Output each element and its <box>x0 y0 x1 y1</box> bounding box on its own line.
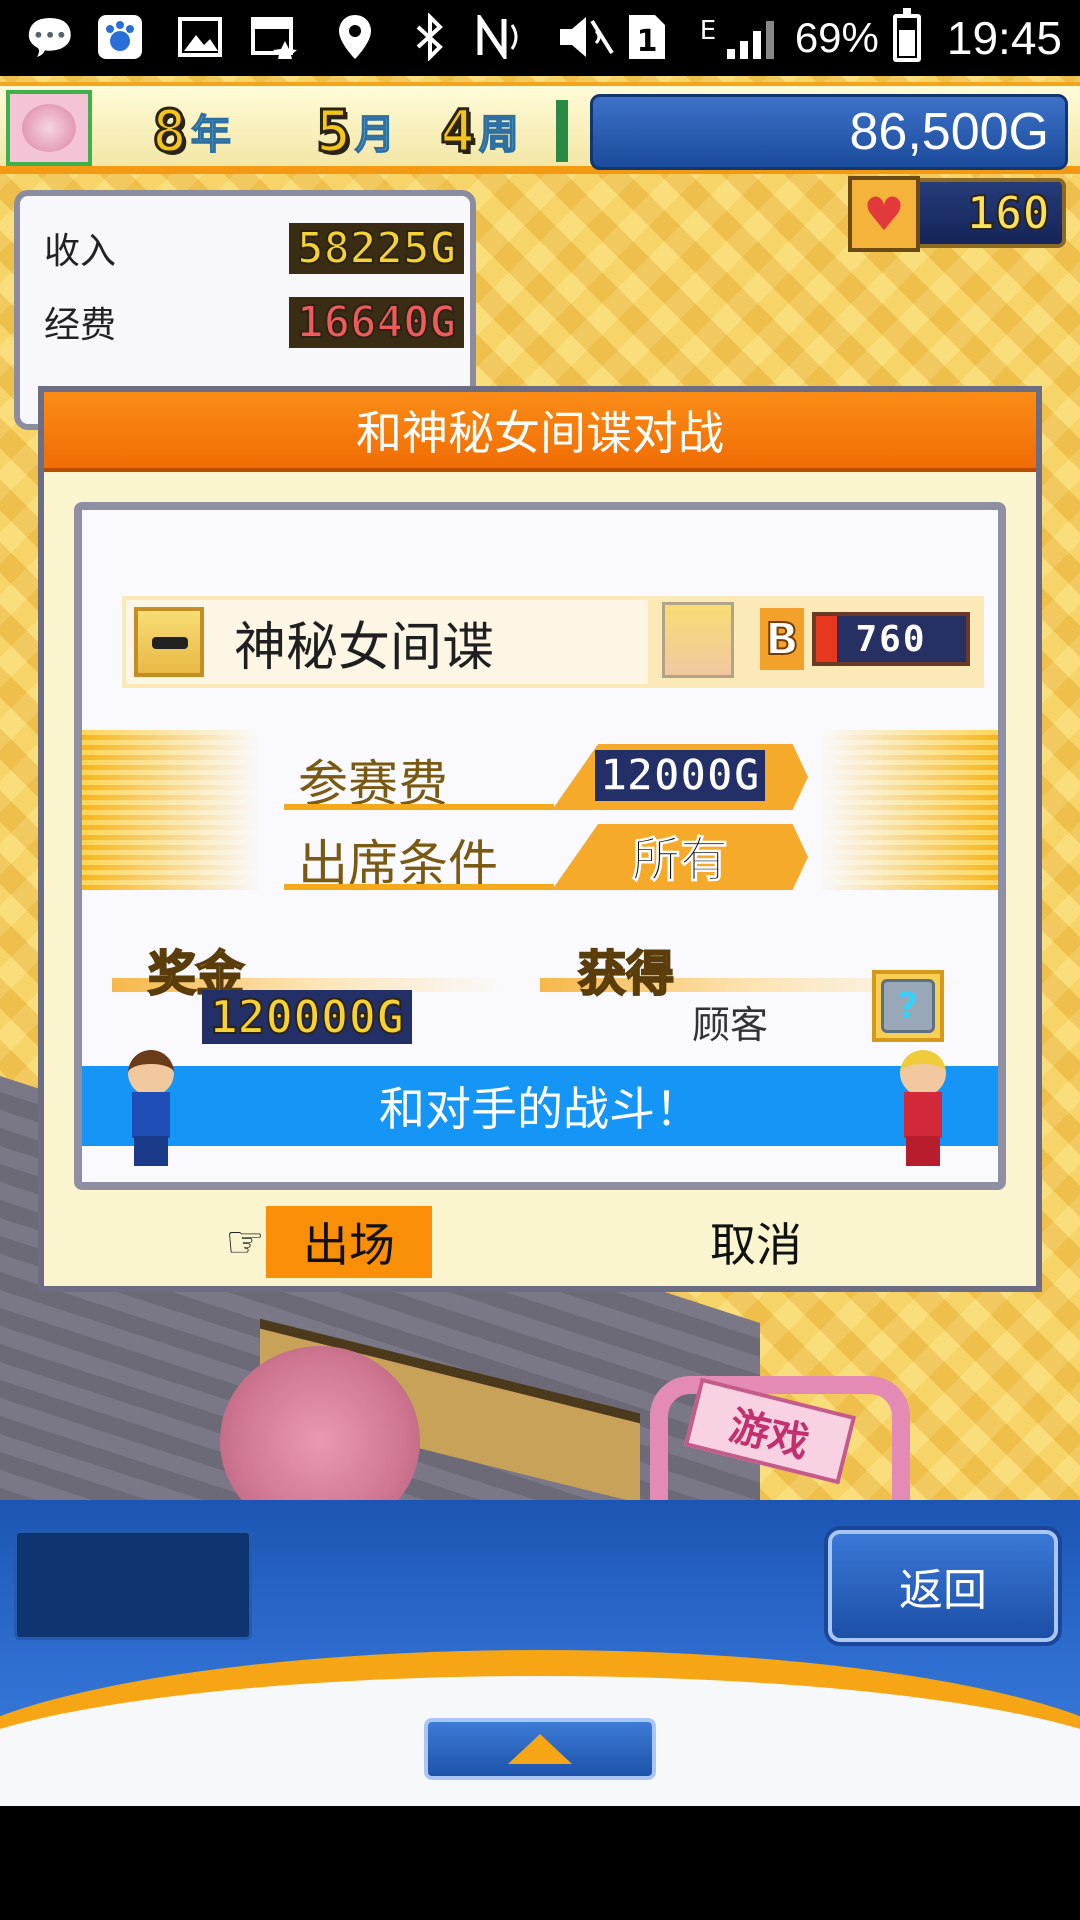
expand-menu-button[interactable] <box>424 1718 656 1780</box>
income-label: 收入 <box>44 231 117 272</box>
signal-icon <box>720 12 790 62</box>
season-thumbnail[interactable] <box>6 90 92 166</box>
system-nav-area <box>0 1806 1080 1920</box>
svg-text:1: 1 <box>637 24 658 59</box>
week-display: 4 周 <box>439 96 520 167</box>
battle-dialog: 和神秘女间谍对战 神秘女间谍 B 760 参赛费 12000G 出席条件 所有 <box>38 386 1042 1292</box>
info-slot <box>14 1530 252 1640</box>
gain-value: 顾客 <box>692 1003 769 1047</box>
bluetooth-icon <box>405 12 455 62</box>
app-root: { "status_bar": { "icons": ["chat-icon",… <box>0 0 1080 1920</box>
enter-battle-button[interactable]: 出场 <box>266 1206 432 1278</box>
question-mark-icon: ? <box>881 979 935 1033</box>
top-hud: 8 年 5 月 4 周 86,500G <box>0 82 1080 174</box>
year-display: 8 年 <box>151 96 232 167</box>
attendance-value: 所有 <box>631 832 728 889</box>
entry-fee-value: 12000G <box>594 749 766 801</box>
prize-value: 120000G <box>202 989 412 1045</box>
mute-icon <box>550 12 620 62</box>
clock: 19:45 <box>946 12 1062 64</box>
expense-row: 经费 16640G <box>44 292 464 352</box>
location-icon <box>330 12 380 62</box>
attendance-row: 出席条件 所有 <box>284 824 808 893</box>
opponent-name: 神秘女间谍 <box>234 617 495 678</box>
battery-percent: 69% <box>794 14 879 61</box>
opponent-portrait <box>662 602 734 678</box>
image-icon <box>170 12 230 62</box>
entry-fee-row: 参赛费 12000G <box>284 744 808 813</box>
income-value: 58225G <box>289 222 464 275</box>
cancel-button[interactable]: 取消 <box>676 1206 836 1278</box>
money-display: 86,500G <box>590 94 1068 170</box>
rank-badge: B <box>760 608 804 670</box>
network-type-label: E <box>699 16 717 46</box>
heart-icon: ♥ <box>848 176 920 252</box>
battle-info-card: 神秘女间谍 B 760 参赛费 12000G 出席条件 所有 奖金 120000… <box>74 502 1006 1190</box>
expense-label: 经费 <box>44 305 117 346</box>
dialog-title: 和神秘女间谍对战 <box>44 392 1036 472</box>
opponent-avatar <box>134 607 204 677</box>
income-row: 收入 58225G <box>44 218 464 278</box>
week-number: 4 <box>439 96 477 167</box>
baidu-icon <box>90 12 150 62</box>
month-display: 5 月 <box>315 96 396 167</box>
opponent-row: 神秘女间谍 B 760 <box>122 596 984 688</box>
player-character <box>120 1050 180 1168</box>
year-number: 8 <box>151 96 189 167</box>
arrow-up-icon <box>508 1734 572 1764</box>
month-unit: 月 <box>354 111 396 159</box>
year-unit: 年 <box>190 111 232 159</box>
opponent-name-box: 神秘女间谍 <box>126 600 648 684</box>
popularity-value: 160 <box>966 185 1051 241</box>
month-number: 5 <box>315 96 353 167</box>
power-value: 760 <box>812 612 970 666</box>
gain-label: 获得 <box>577 945 675 1003</box>
week-unit: 周 <box>478 111 520 159</box>
chat-icon: 💬 <box>25 14 75 61</box>
hud-divider <box>556 100 568 162</box>
nfc-icon <box>470 12 530 62</box>
expense-value: 16640G <box>289 296 464 349</box>
battle-banner: 和对手的战斗！ <box>82 1066 998 1146</box>
bottom-bar: 返回 <box>0 1500 1080 1806</box>
sim-1-icon: 1 <box>625 12 669 62</box>
popularity-display[interactable]: ♥ 160 <box>848 176 1066 252</box>
status-bar: 💬 1 E 69% 19:45 <box>0 0 1080 76</box>
rival-character <box>892 1050 952 1168</box>
back-button[interactable]: 返回 <box>828 1530 1058 1642</box>
mystery-reward-icon: ? <box>872 970 944 1042</box>
battery-icon <box>892 8 921 62</box>
calendar-icon <box>245 12 305 62</box>
